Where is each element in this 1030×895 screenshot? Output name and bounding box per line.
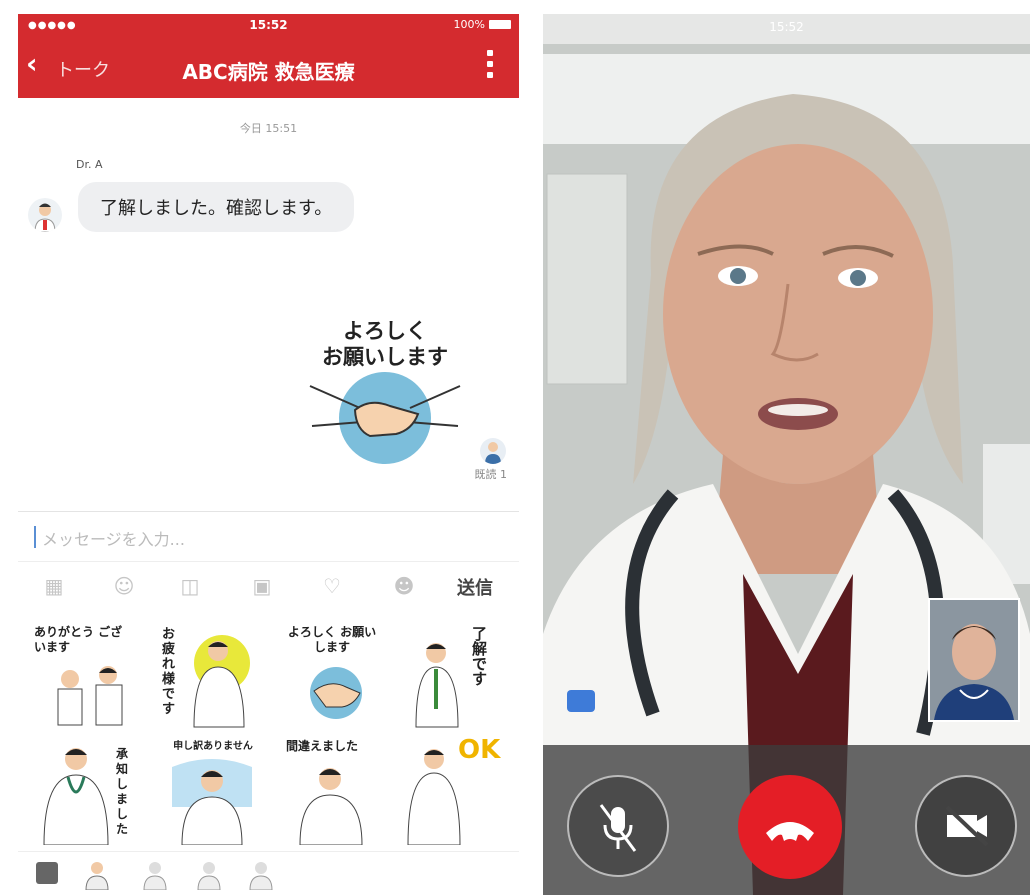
send-button[interactable]: 送信 <box>457 574 493 600</box>
mute-button[interactable] <box>567 775 669 877</box>
sticker-ryoukai[interactable]: 了解です <box>400 623 510 731</box>
sticker-caption: よろしく お願いします <box>287 625 377 654</box>
date-divider: 今日 15:51 <box>239 122 298 135</box>
call-controls <box>543 745 1030 895</box>
mic-off-icon <box>599 804 637 852</box>
sticker-thanks[interactable]: ありがとう ございます <box>32 623 142 731</box>
self-view-person-icon <box>930 600 1018 720</box>
my-avatar[interactable] <box>480 438 506 464</box>
doctor-avatar[interactable] <box>28 198 62 232</box>
battery-percent: 100% <box>453 18 485 31</box>
sticker-machigae[interactable]: 間違えました <box>280 737 390 846</box>
sticker-caption: OK <box>458 735 501 765</box>
sticker-caption: よろしく お願いします <box>300 318 470 370</box>
sticker-line-2: お願いします <box>322 345 448 369</box>
sender-name: Dr. A <box>76 158 103 171</box>
sticker-ok[interactable]: OK <box>400 735 510 846</box>
sticker-panel: ありがとう ございます お疲れ様です よろしく お願いします 了解です 承知しま… <box>18 611 519 851</box>
sticker-tab-doctor-icon[interactable] <box>84 860 110 891</box>
chat-screen: ●●●●● 15:52 100% ‹ トーク ABC病院 救急医療 今日 15:… <box>18 14 519 895</box>
grid-icon[interactable] <box>36 862 58 884</box>
read-receipt: 既読 1 <box>474 468 508 481</box>
sticker-caption: 申し訳ありません <box>173 741 253 752</box>
message-list[interactable]: 今日 15:51 Dr. A 了解しました。確認します。 よろしく お願いします… <box>18 98 519 511</box>
video-status-time: 15:52 <box>769 20 804 34</box>
sticker-caption: 了解です <box>472 625 488 688</box>
camera-toggle-button[interactable] <box>915 775 1017 877</box>
sticker-line-1: よろしく <box>343 319 427 343</box>
sticker-moushiwake[interactable]: 申し訳ありません <box>158 737 268 846</box>
end-call-button[interactable] <box>738 775 842 879</box>
keyboard-icon[interactable]: ▦ <box>42 575 66 597</box>
composer-toolbar: ▦ ☺ ◫ ▣ ♡ ☻ 送信 <box>18 561 519 613</box>
sticker-caption: ありがとう ございます <box>34 625 123 654</box>
input-placeholder: メッセージを入力... <box>42 530 185 549</box>
hang-up-icon <box>766 822 814 841</box>
video-call-screen: 15:52 <box>543 14 1030 895</box>
sticker-tabs <box>18 851 519 895</box>
incoming-message-bubble[interactable]: 了解しました。確認します。 <box>78 182 355 232</box>
camera-icon[interactable]: ◫ <box>178 575 202 597</box>
sticker-otsukare[interactable]: お疲れ様です <box>158 623 268 731</box>
text-caret <box>34 526 36 548</box>
sticker-yoroshiku[interactable]: よろしく お願いします <box>280 623 390 731</box>
sticker-caption: お疲れ様です <box>162 627 176 717</box>
heart-icon[interactable]: ♡ <box>320 575 344 597</box>
sticker-tab-2-icon[interactable] <box>142 860 168 891</box>
video-status-bar: 15:52 <box>543 14 1030 44</box>
battery-icon <box>489 20 511 29</box>
status-bar: ●●●●● 15:52 100% <box>18 14 519 36</box>
image-icon[interactable]: ▣ <box>250 575 274 597</box>
message-input[interactable]: メッセージを入力... <box>18 511 519 562</box>
chat-title: ABC病院 救急医療 <box>182 60 355 84</box>
sticker-shouchi[interactable]: 承知しました <box>32 737 142 846</box>
chat-header: ‹ トーク ABC病院 救急医療 <box>18 36 519 98</box>
status-time: 15:52 <box>249 18 288 32</box>
doctor-thumbsup-icon <box>415 643 459 728</box>
sticker-caption: 承知しました <box>116 747 129 836</box>
sticker-tab-3-icon[interactable] <box>196 860 222 891</box>
sticker-caption: 間違えました <box>286 739 359 753</box>
emoji-icon[interactable]: ☻ <box>392 575 416 597</box>
smile-icon[interactable]: ☺ <box>112 575 136 597</box>
sticker-tab-4-icon[interactable] <box>248 860 274 891</box>
menu-icon[interactable] <box>487 50 493 83</box>
self-view-video[interactable] <box>928 598 1020 722</box>
camera-off-icon <box>945 805 989 847</box>
switch-camera-icon[interactable] <box>567 690 595 712</box>
